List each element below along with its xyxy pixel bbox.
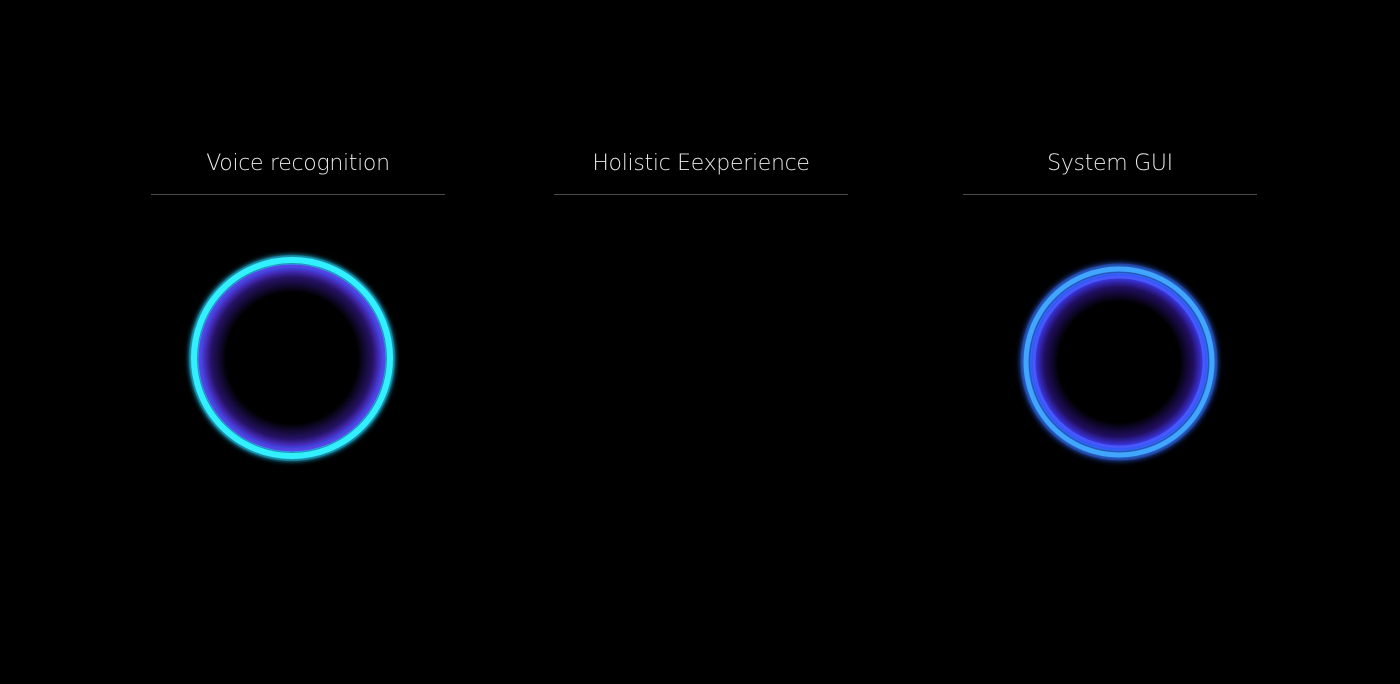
column-title-holistic-experience: Holistic Eexperience bbox=[592, 151, 810, 176]
column-divider bbox=[963, 194, 1257, 195]
column-title-system-gui: System GUI bbox=[1047, 151, 1173, 176]
column-holistic-experience: Holistic Eexperience bbox=[554, 0, 848, 684]
column-voice-recognition: Voice recognition bbox=[151, 0, 445, 684]
column-divider bbox=[554, 194, 848, 195]
column-title-voice-recognition: Voice recognition bbox=[206, 151, 390, 176]
column-divider bbox=[151, 194, 445, 195]
column-system-gui: System GUI bbox=[963, 0, 1257, 684]
system-ring-icon bbox=[1020, 263, 1218, 461]
voice-ring-icon bbox=[189, 255, 395, 461]
stage: Voice recognition Holistic Eexperience S… bbox=[0, 0, 1400, 684]
